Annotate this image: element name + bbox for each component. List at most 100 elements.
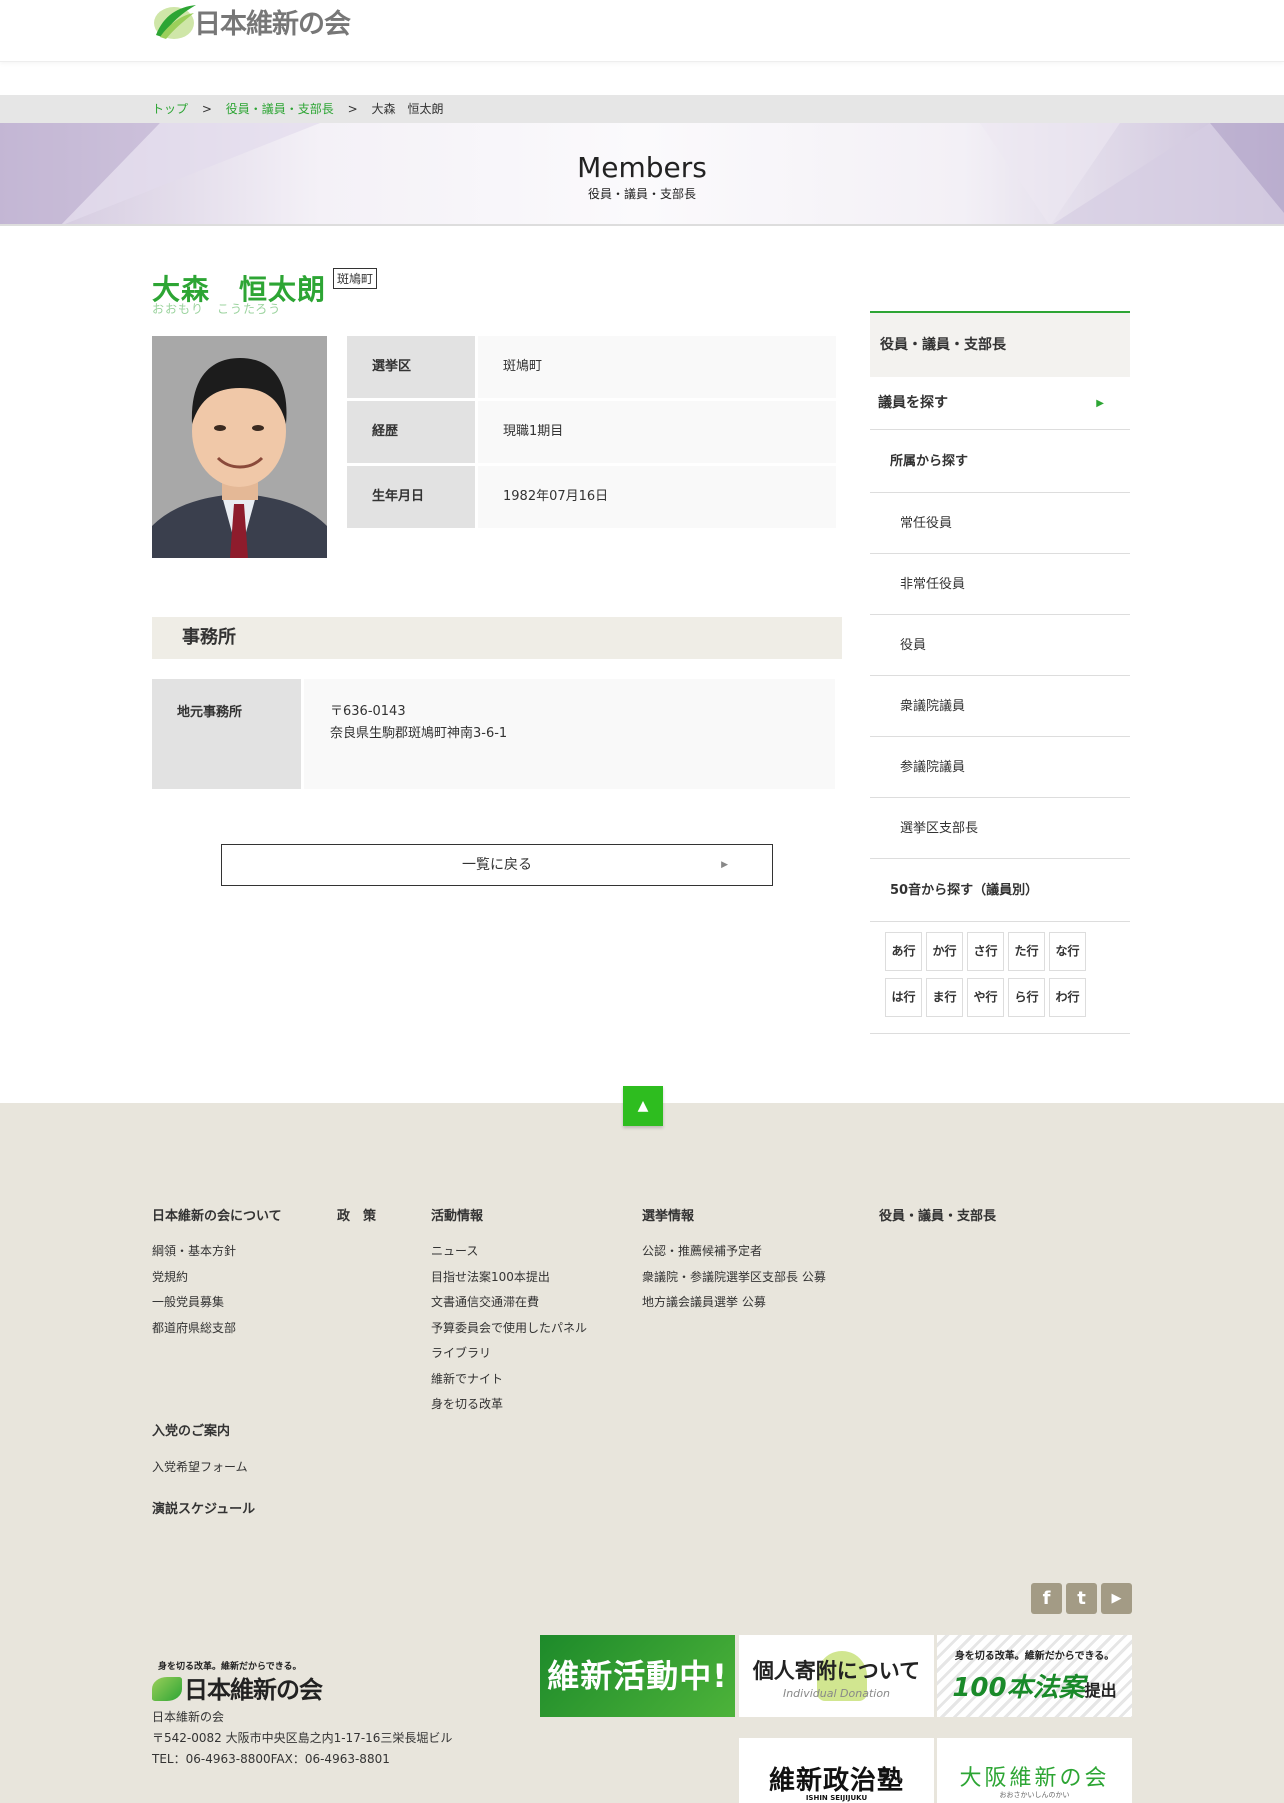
office-label: 地元事務所 <box>152 679 301 789</box>
play-arrow-icon: ▶ <box>1096 398 1104 409</box>
breadcrumb-sep: > <box>201 102 212 116</box>
kana-button-ka[interactable]: か行 <box>926 932 963 971</box>
kana-button-ra[interactable]: ら行 <box>1008 978 1045 1017</box>
footer-link[interactable]: 身を切る改革 <box>431 1395 503 1412</box>
footer-link-join-form[interactable]: 入党希望フォーム <box>152 1458 248 1475</box>
office-postal: 〒636-0143 <box>330 704 406 719</box>
footer-logo[interactable]: 日本維新の会 <box>152 1670 323 1705</box>
banner-donation-text: 個人寄附について <box>752 1659 921 1683</box>
footer-link[interactable]: 綱領・基本方針 <box>152 1242 236 1259</box>
footer-heading-activities[interactable]: 活動情報 <box>431 1205 483 1224</box>
play-arrow-icon: ▶ <box>721 860 728 870</box>
footer-logo-text: 日本維新の会 <box>184 1675 323 1704</box>
banner-juku[interactable]: 維新政治塾 ISHIN SEIJIJUKU <box>739 1738 934 1803</box>
footer-heading-policy[interactable]: 政 策 <box>337 1205 376 1224</box>
sidebar-item-search-members[interactable]: 議員を探す ▶ <box>870 377 1130 430</box>
footer-heading-schedule[interactable]: 演説スケジュール <box>152 1498 255 1517</box>
page-hero: Members 役員・議員・支部長 <box>0 123 1284 226</box>
footer-link[interactable]: 衆議院・参議院選挙区支部長 公募 <box>642 1268 826 1285</box>
footer-link[interactable]: 維新でナイト <box>431 1370 503 1387</box>
banner-bills-small: 身を切る改革。維新だからできる。 <box>954 1651 1115 1662</box>
banner-bills-end: 提出 <box>1084 1681 1117 1700</box>
twitter-icon[interactable]: t <box>1066 1583 1097 1614</box>
footer-link[interactable]: 党規約 <box>152 1268 188 1285</box>
sidebar-item-district-branch-heads[interactable]: 選挙区支部長 <box>870 798 1130 859</box>
info-row-career: 経歴 現職1期目 <box>347 401 836 463</box>
sidebar-section-affiliation: 所属から探す <box>870 430 1130 493</box>
site-logo[interactable]: 日本維新の会 <box>152 0 351 42</box>
banner-100-bills[interactable]: 身を切る改革。維新だからできる。 100本法案提出 <box>937 1635 1132 1717</box>
info-label: 選挙区 <box>347 336 475 398</box>
sidebar-heading: 役員・議員・支部長 <box>870 311 1130 377</box>
kana-button-sa[interactable]: さ行 <box>967 932 1004 971</box>
banner-activity[interactable]: 維新活動中! <box>540 1635 735 1717</box>
banner-juku-en: ISHIN SEIJIJUKU <box>805 1794 868 1802</box>
banner-bills-big: 100本法案 <box>952 1673 1085 1703</box>
footer-heading-join[interactable]: 入党のご案内 <box>152 1420 230 1439</box>
kana-button-ya[interactable]: や行 <box>967 978 1004 1017</box>
footer-org-address: 〒542-0082 大阪市中央区島之内1-17-16三栄長堀ビル <box>152 1731 453 1745</box>
office-address-block: 〒636-0143 奈良県生駒郡斑鳩町神南3-6-1 <box>304 679 835 789</box>
sidebar-item-house-of-councillors[interactable]: 参議院議員 <box>870 737 1130 798</box>
info-row-birthdate: 生年月日 1982年07月16日 <box>347 466 836 528</box>
sidebar-item-nonstanding-officers[interactable]: 非常任役員 <box>870 554 1130 615</box>
sidebar-item-standing-officers[interactable]: 常任役員 <box>870 493 1130 554</box>
back-to-list-button[interactable]: 一覧に戻る ▶ <box>221 844 773 886</box>
footer-heading-about[interactable]: 日本維新の会について <box>152 1205 282 1224</box>
footer-link[interactable]: 都道府県総支部 <box>152 1319 236 1336</box>
kana-button-wa[interactable]: わ行 <box>1049 978 1086 1017</box>
sidebar-item-house-of-representatives[interactable]: 衆議院議員 <box>870 676 1130 737</box>
breadcrumb-top[interactable]: トップ <box>152 102 188 116</box>
sidebar-item-officers[interactable]: 役員 <box>870 615 1130 676</box>
kana-button-ma[interactable]: ま行 <box>926 978 963 1017</box>
banner-donation[interactable]: 個人寄附について Individual Donation <box>739 1635 934 1717</box>
footer-link[interactable]: 公認・推薦候補予定者 <box>642 1242 762 1259</box>
kana-button-ta[interactable]: た行 <box>1008 932 1045 971</box>
kana-button-a[interactable]: あ行 <box>885 932 922 971</box>
sidebar: 役員・議員・支部長 議員を探す ▶ 所属から探す 常任役員 非常任役員 役員 衆… <box>870 311 1130 1034</box>
banner-osaka-ishin[interactable]: 大阪維新の会 おおさかいしんのかい <box>937 1738 1132 1803</box>
footer-link[interactable]: 予算委員会で使用したパネル <box>431 1319 587 1336</box>
info-label: 経歴 <box>347 401 475 463</box>
banner-donation-en: Individual Donation <box>782 1687 891 1700</box>
page-title: Members <box>577 151 707 184</box>
banner-bills-main: 100本法案提出 <box>937 1667 1132 1704</box>
region-tag: 斑鳩町 <box>333 268 378 289</box>
info-label: 生年月日 <box>347 466 475 528</box>
kana-button-na[interactable]: な行 <box>1049 932 1086 971</box>
banner-osaka-text: 大阪維新の会 <box>959 1766 1110 1791</box>
logo-text: 日本維新の会 <box>194 8 351 40</box>
kana-button-ha[interactable]: は行 <box>885 978 922 1017</box>
footer-heading-elections[interactable]: 選挙情報 <box>642 1205 694 1224</box>
youtube-icon[interactable]: ▶ <box>1101 1583 1132 1614</box>
footer-link[interactable]: 目指せ法案100本提出 <box>431 1268 550 1285</box>
sidebar-item-label: 議員を探す <box>878 395 948 411</box>
footer-link[interactable]: 地方議会議員選挙 公募 <box>642 1293 766 1310</box>
info-value: 1982年07月16日 <box>478 466 836 528</box>
footer-heading-members[interactable]: 役員・議員・支部長 <box>879 1205 996 1224</box>
breadcrumb-members[interactable]: 役員・議員・支部長 <box>226 102 334 116</box>
member-photo <box>152 336 327 558</box>
banner-activity-text: 維新活動中! <box>547 1657 728 1695</box>
logo-mark-icon <box>152 1 198 41</box>
footer-link[interactable]: 一般党員募集 <box>152 1293 224 1310</box>
info-value: 斑鳩町 <box>478 336 836 398</box>
footer-link[interactable]: ライブラリ <box>431 1344 491 1361</box>
footer-org-name: 日本維新の会 <box>152 1710 225 1724</box>
site-header: 日本維新の会 <box>0 0 1284 62</box>
member-name-kana: おおもり こうたろう <box>152 302 282 316</box>
back-to-top-button[interactable]: ▲ <box>623 1086 663 1126</box>
footer-link[interactable]: ニュース <box>431 1242 478 1259</box>
breadcrumb-current: 大森 恒太朗 <box>371 102 444 116</box>
footer-link[interactable]: 文書通信交通滞在費 <box>431 1293 539 1310</box>
facebook-icon[interactable]: f <box>1031 1583 1062 1614</box>
back-to-list-label: 一覧に戻る <box>462 857 532 873</box>
sidebar-section-kana: 50音から探す（議員別） <box>870 859 1130 922</box>
footer-logo-mark-icon <box>152 1677 182 1701</box>
footer-org-tel: TEL：06-4963-8800FAX：06-4963-8801 <box>152 1752 390 1766</box>
breadcrumb-sep: > <box>347 102 358 116</box>
banner-juku-text: 維新政治塾 <box>768 1766 904 1796</box>
kana-button-grid: あ行 か行 さ行 た行 な行 は行 ま行 や行 ら行 わ行 <box>870 922 1130 1034</box>
info-row-district: 選挙区 斑鳩町 <box>347 336 836 398</box>
info-value: 現職1期目 <box>478 401 836 463</box>
